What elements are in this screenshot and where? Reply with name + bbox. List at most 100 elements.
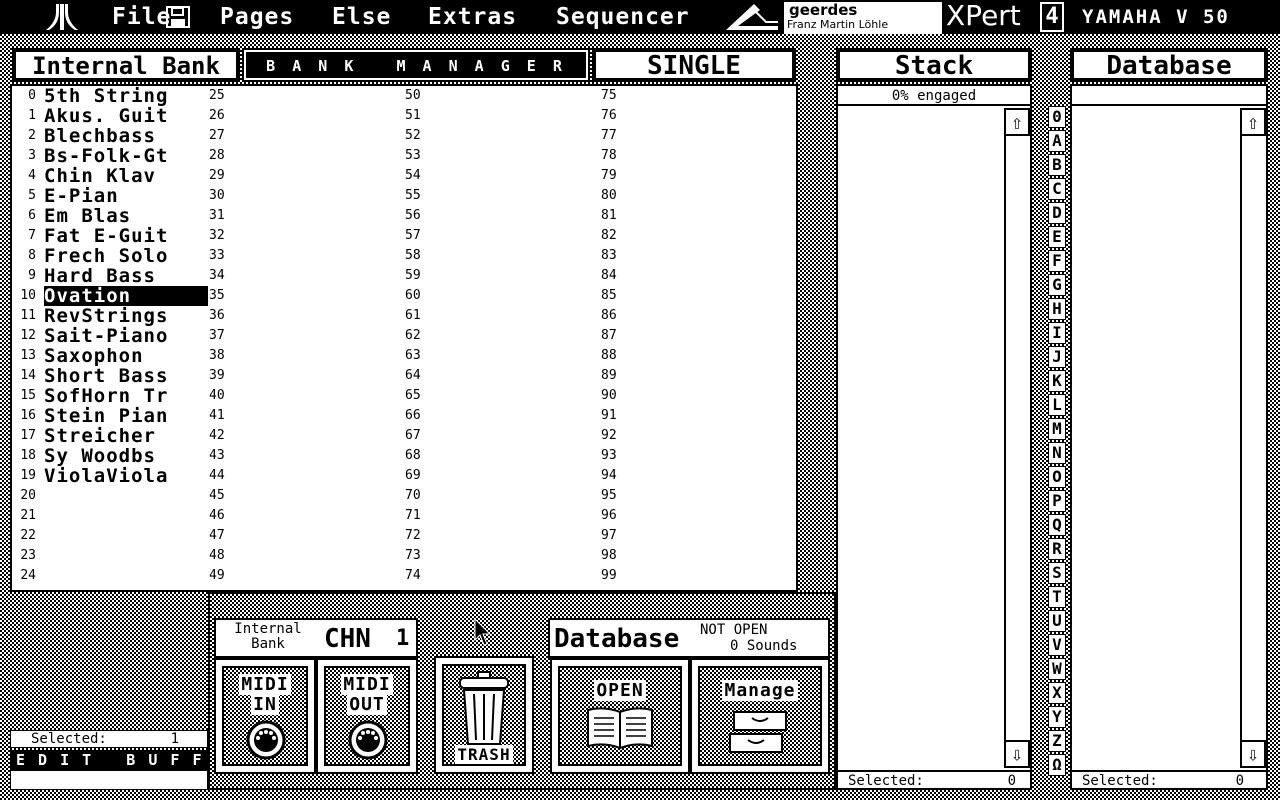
index-letter[interactable]: T bbox=[1048, 586, 1066, 608]
bank-slot[interactable]: 82 bbox=[600, 226, 796, 246]
arrow-up-icon[interactable]: ⇧ bbox=[1004, 108, 1030, 136]
index-letter[interactable]: C bbox=[1048, 178, 1066, 200]
bank-slot[interactable]: 96 bbox=[600, 506, 796, 526]
bank-slot[interactable]: 60 bbox=[404, 286, 600, 306]
index-letter[interactable]: Y bbox=[1048, 706, 1066, 728]
bank-slot[interactable]: 44 bbox=[208, 466, 404, 486]
index-letter[interactable]: P bbox=[1048, 490, 1066, 512]
bank-slot[interactable]: 7 Fat E-Guit bbox=[12, 226, 208, 246]
bank-slot[interactable]: 53 bbox=[404, 146, 600, 166]
bank-slot[interactable]: 84 bbox=[600, 266, 796, 286]
bank-slot[interactable]: 14 Short Bass bbox=[12, 366, 208, 386]
bank-slot[interactable]: 87 bbox=[600, 326, 796, 346]
bank-slot[interactable]: 28 bbox=[208, 146, 404, 166]
bank-slot[interactable]: 36 bbox=[208, 306, 404, 326]
bank-slot[interactable]: 91 bbox=[600, 406, 796, 426]
bank-slot[interactable]: 86 bbox=[600, 306, 796, 326]
bank-slot[interactable]: 75 bbox=[600, 86, 796, 106]
bank-slot[interactable]: 23 bbox=[12, 546, 208, 566]
index-letter[interactable]: F bbox=[1048, 250, 1066, 272]
bank-slot[interactable]: 58 bbox=[404, 246, 600, 266]
index-letter[interactable]: K bbox=[1048, 370, 1066, 392]
bank-slot[interactable]: 74 bbox=[404, 566, 600, 586]
index-letter[interactable]: U bbox=[1048, 610, 1066, 632]
bank-slot[interactable]: 34 bbox=[208, 266, 404, 286]
bank-slot[interactable]: 3 Bs-Folk-Gt bbox=[12, 146, 208, 166]
index-letter[interactable]: H bbox=[1048, 298, 1066, 320]
bank-slot[interactable]: 92 bbox=[600, 426, 796, 446]
bank-slot[interactable]: 81 bbox=[600, 206, 796, 226]
arrow-up-icon[interactable]: ⇧ bbox=[1240, 108, 1266, 136]
bank-slot[interactable]: 26 bbox=[208, 106, 404, 126]
index-letter[interactable]: E bbox=[1048, 226, 1066, 248]
bank-slot[interactable]: 15 SofHorn Tr bbox=[12, 386, 208, 406]
bank-slot[interactable]: 77 bbox=[600, 126, 796, 146]
edit-buffer-button[interactable]: E D I T B U F F E R bbox=[10, 750, 246, 770]
bank-slot[interactable]: 19 ViolaViola bbox=[12, 466, 208, 486]
menu-sequencer[interactable]: Sequencer bbox=[556, 0, 690, 34]
bank-slot[interactable]: 72 bbox=[404, 526, 600, 546]
bank-slot[interactable]: 39 bbox=[208, 366, 404, 386]
bank-slot[interactable]: 6 Em Blas bbox=[12, 206, 208, 226]
bank-slot[interactable]: 4 Chin Klav bbox=[12, 166, 208, 186]
bank-slot[interactable]: 62 bbox=[404, 326, 600, 346]
bank-slot[interactable]: 56 bbox=[404, 206, 600, 226]
bank-slot[interactable]: 20 bbox=[12, 486, 208, 506]
bank-slot[interactable]: 52 bbox=[404, 126, 600, 146]
index-letter[interactable]: S bbox=[1048, 562, 1066, 584]
bank-slot[interactable]: 63 bbox=[404, 346, 600, 366]
midi-out-button[interactable]: MIDI OUT bbox=[316, 658, 418, 774]
bank-slot[interactable]: 31 bbox=[208, 206, 404, 226]
index-letter[interactable]: B bbox=[1048, 154, 1066, 176]
bank-slot[interactable]: 46 bbox=[208, 506, 404, 526]
bank-slot[interactable]: 17 Streicher bbox=[12, 426, 208, 446]
index-letter[interactable]: W bbox=[1048, 658, 1066, 680]
bank-slot[interactable]: 12 Sait-Piano bbox=[12, 326, 208, 346]
bank-slot[interactable]: 66 bbox=[404, 406, 600, 426]
bank-slot[interactable]: 98 bbox=[600, 546, 796, 566]
single-header[interactable]: SINGLE bbox=[592, 48, 796, 82]
bank-slot[interactable]: 73 bbox=[404, 546, 600, 566]
bank-slot[interactable]: 80 bbox=[600, 186, 796, 206]
database-scrollbar[interactable] bbox=[1240, 108, 1266, 768]
bank-slot[interactable]: 2 Blechbass bbox=[12, 126, 208, 146]
bank-slot[interactable]: 18 Sy Woodbs bbox=[12, 446, 208, 466]
bank-slot[interactable]: 35 bbox=[208, 286, 404, 306]
bank-slot[interactable]: 25 bbox=[208, 86, 404, 106]
bank-slot[interactable]: 33 bbox=[208, 246, 404, 266]
bank-slot[interactable]: 64 bbox=[404, 366, 600, 386]
index-letter[interactable]: R bbox=[1048, 538, 1066, 560]
index-letter[interactable]: M bbox=[1048, 418, 1066, 440]
index-letter[interactable]: N bbox=[1048, 442, 1066, 464]
bank-slot[interactable]: 37 bbox=[208, 326, 404, 346]
bank-slot[interactable]: 59 bbox=[404, 266, 600, 286]
bank-slot[interactable]: 47 bbox=[208, 526, 404, 546]
bank-slot[interactable]: 45 bbox=[208, 486, 404, 506]
bank-slot[interactable]: 48 bbox=[208, 546, 404, 566]
bank-slot[interactable]: 27 bbox=[208, 126, 404, 146]
edit-buffer-slot[interactable] bbox=[10, 770, 208, 790]
open-button[interactable]: OPEN bbox=[550, 658, 690, 774]
bank-slot[interactable]: 10 Ovation bbox=[12, 286, 208, 306]
bank-slot[interactable]: 49 bbox=[208, 566, 404, 586]
bank-slot[interactable]: 94 bbox=[600, 466, 796, 486]
bank-slot[interactable]: 50 bbox=[404, 86, 600, 106]
bank-slot[interactable]: 41 bbox=[208, 406, 404, 426]
index-letter[interactable]: I bbox=[1048, 322, 1066, 344]
bank-slot[interactable]: 70 bbox=[404, 486, 600, 506]
manage-button[interactable]: Manage bbox=[690, 658, 830, 774]
trash-button[interactable]: TRASH bbox=[434, 656, 534, 774]
bank-slot[interactable]: 21 bbox=[12, 506, 208, 526]
menu-file[interactable]: File bbox=[112, 0, 171, 34]
index-letter[interactable]: O bbox=[1048, 466, 1066, 488]
arrow-down-icon[interactable]: ⇩ bbox=[1004, 740, 1030, 768]
bank-slot[interactable]: 69 bbox=[404, 466, 600, 486]
bank-slot[interactable]: 16 Stein Pian bbox=[12, 406, 208, 426]
bank-slot[interactable]: 93 bbox=[600, 446, 796, 466]
index-letter[interactable]: J bbox=[1048, 346, 1066, 368]
bank-slot[interactable]: 54 bbox=[404, 166, 600, 186]
bank-slot[interactable]: 5 E-Pian bbox=[12, 186, 208, 206]
bank-slot[interactable]: 76 bbox=[600, 106, 796, 126]
bank-slot[interactable]: 61 bbox=[404, 306, 600, 326]
bank-slot[interactable]: 32 bbox=[208, 226, 404, 246]
